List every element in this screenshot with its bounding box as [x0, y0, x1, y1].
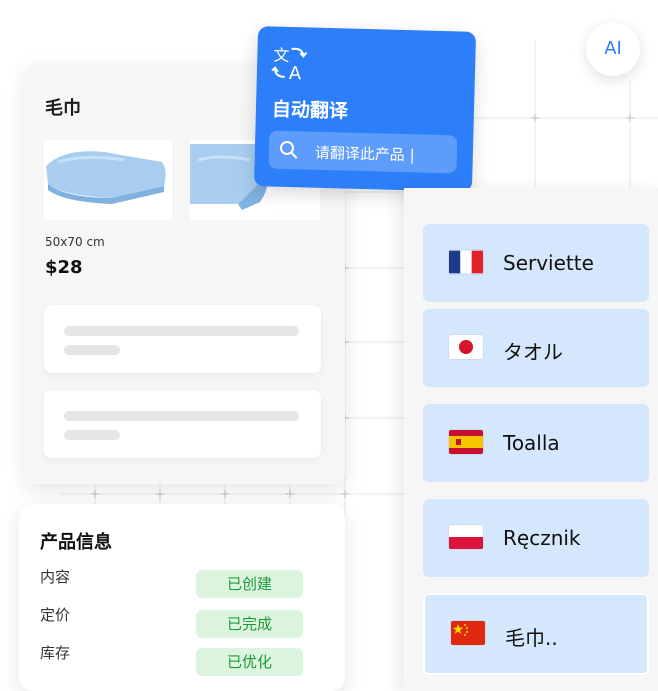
france-flag-icon [449, 250, 483, 274]
product-info-card: 产品信息 内容 已创建 定价 已完成 库存 已优化 [19, 504, 345, 691]
placeholder-block [44, 390, 321, 458]
china-flag-icon [451, 621, 485, 645]
poland-flag-icon [449, 525, 483, 549]
status-badge-pricing: 已完成 [196, 610, 303, 638]
svg-text:A: A [289, 63, 303, 84]
language-label: 毛巾.. [505, 626, 558, 650]
product-info-title: 产品信息 [40, 532, 112, 553]
placeholder-line [64, 411, 299, 421]
info-label-content: 内容 [40, 568, 71, 586]
language-label: タオル [503, 340, 563, 364]
towel-image [44, 140, 172, 220]
product-image-1[interactable] [44, 140, 172, 220]
search-placeholder: 请翻译此产品 | [314, 143, 415, 165]
translate-title: 自动翻译 [271, 98, 349, 123]
language-option-polish[interactable]: Ręcznik [423, 499, 649, 577]
translate-search-input[interactable]: 请翻译此产品 | [268, 130, 458, 174]
placeholder-line [64, 430, 120, 440]
japan-flag-icon [449, 335, 483, 359]
search-icon [279, 140, 300, 165]
translate-icon: 文 A [271, 43, 312, 88]
placeholder-line [64, 326, 299, 336]
product-price: $28 [45, 257, 83, 278]
language-option-chinese[interactable]: 毛巾.. [423, 593, 649, 675]
language-option-japanese[interactable]: タオル [423, 309, 649, 387]
language-label: Ręcznik [503, 526, 581, 550]
spain-flag-icon [449, 430, 483, 454]
svg-text:文: 文 [273, 46, 290, 65]
language-option-spanish[interactable]: Toalla [423, 404, 649, 482]
status-badge-content: 已创建 [196, 570, 303, 598]
language-label: Serviette [503, 251, 594, 275]
info-label-inventory: 库存 [40, 644, 71, 662]
auto-translate-card: 文 A 自动翻译 请翻译此产品 | [253, 26, 477, 192]
status-badge-inventory: 已优化 [196, 648, 303, 676]
info-label-pricing: 定价 [40, 606, 71, 624]
placeholder-line [64, 345, 120, 355]
placeholder-block [44, 305, 321, 373]
language-label: Toalla [503, 431, 560, 455]
translation-results-panel: Serviette タオル Toalla Ręcznik 毛巾.. [404, 188, 658, 691]
ai-badge-button[interactable]: AI [586, 22, 640, 76]
product-size: 50x70 cm [45, 235, 105, 249]
product-title: 毛巾 [45, 98, 81, 119]
language-option-french[interactable]: Serviette [423, 224, 649, 302]
